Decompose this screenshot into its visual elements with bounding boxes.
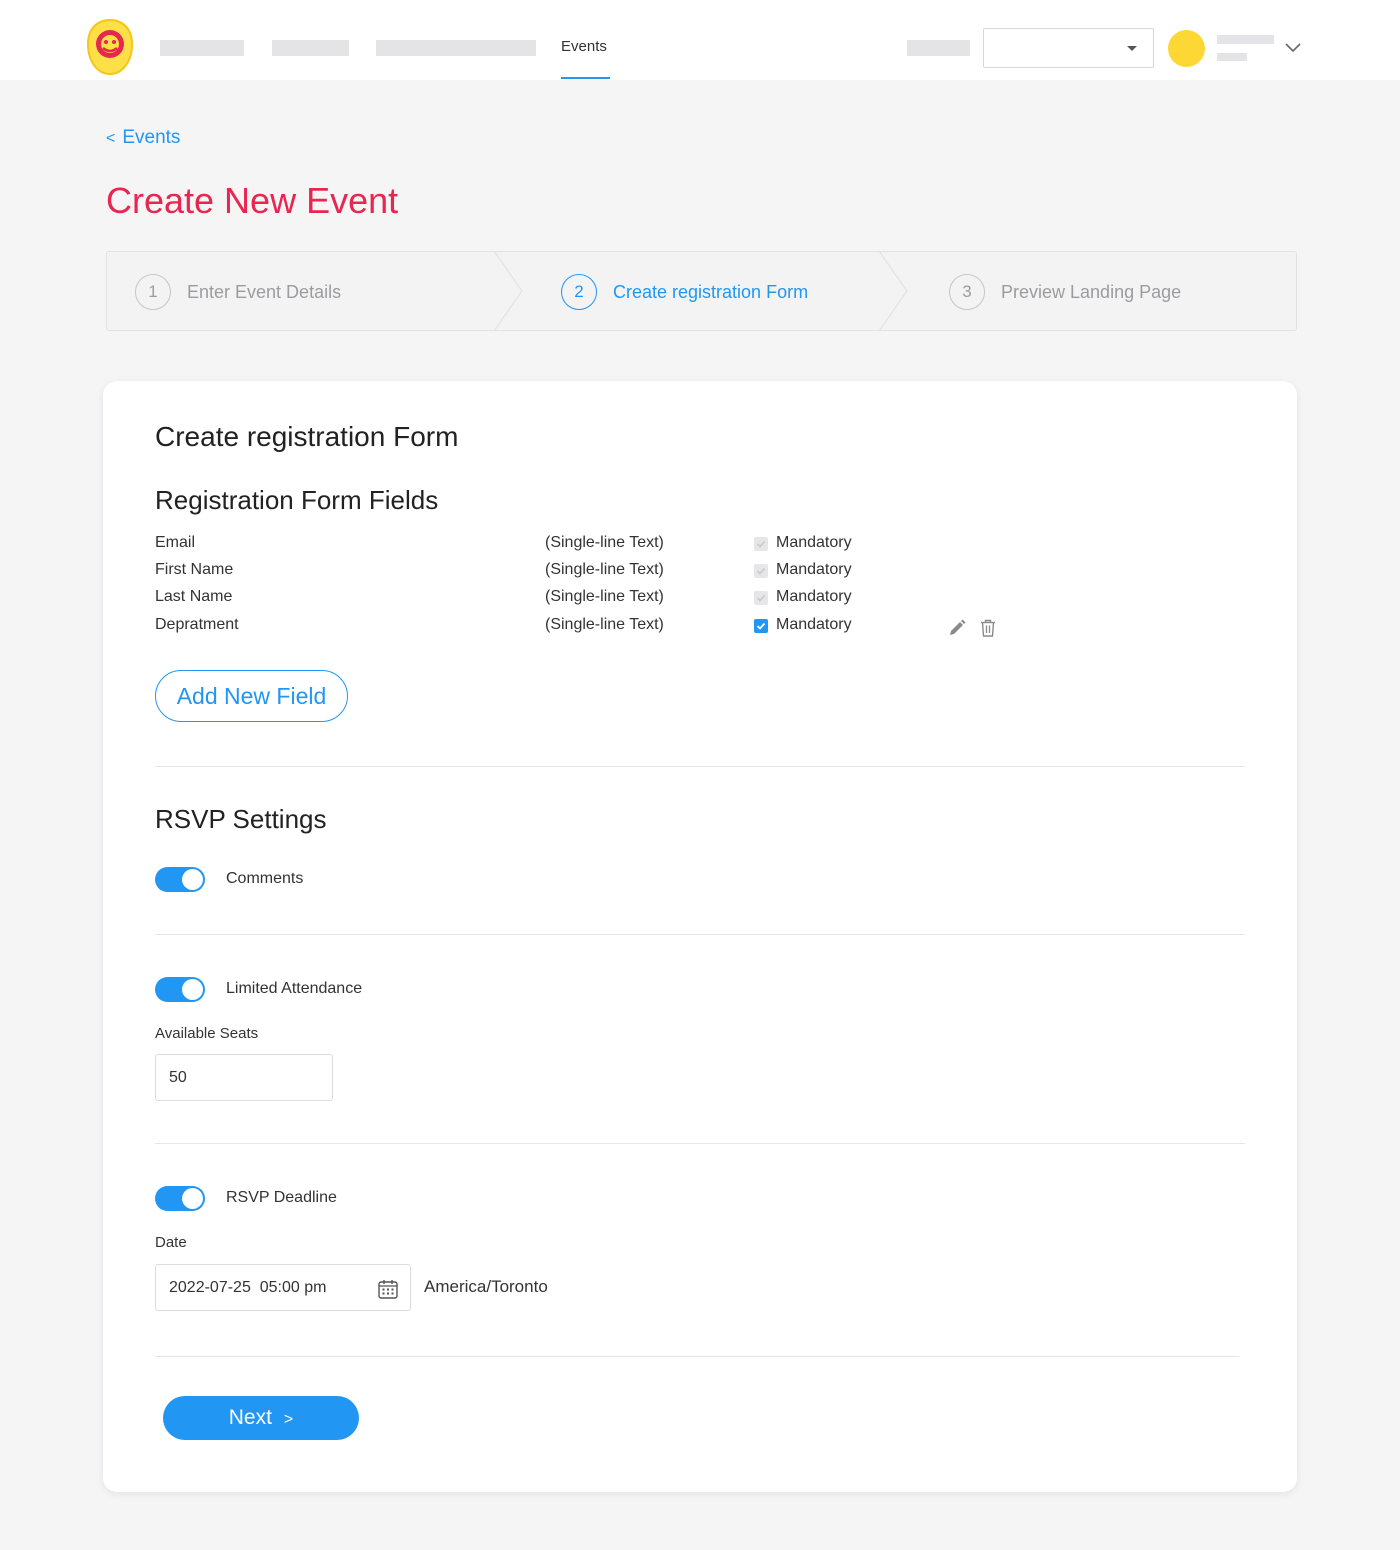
field-type: (Single-line Text) [545, 534, 664, 551]
available-seats-label: Available Seats [155, 1025, 259, 1042]
date-label: Date [155, 1234, 187, 1251]
nav-link-placeholder[interactable] [907, 40, 970, 56]
field-row-department: Depratment (Single-line Text) Mandatory [155, 614, 1055, 638]
available-seats-input[interactable]: 50 [155, 1054, 333, 1101]
nav-active-indicator [561, 77, 610, 79]
field-name: Last Name [155, 588, 233, 605]
toggle-knob [182, 1188, 203, 1209]
step-create-registration-form[interactable]: 2 Create registration Form [561, 252, 808, 332]
section-divider [155, 1356, 1239, 1357]
toggle-knob [182, 979, 203, 1000]
field-row-email: Email (Single-line Text) Mandatory [155, 532, 1055, 556]
caret-down-icon [1127, 46, 1137, 51]
mandatory-checkbox-disabled [754, 537, 768, 551]
user-avatar[interactable] [1168, 30, 1205, 67]
nav-item-placeholder-1[interactable] [160, 40, 244, 56]
add-new-field-button[interactable]: Add New Field [155, 670, 348, 722]
mandatory-label: Mandatory [776, 616, 852, 633]
step-label: Create registration Form [613, 281, 809, 302]
rsvp-deadline-label: RSVP Deadline [226, 1189, 337, 1206]
step-preview-landing-page[interactable]: 3 Preview Landing Page [949, 252, 1181, 332]
chevron-down-icon[interactable] [1284, 38, 1302, 56]
field-row-last-name: Last Name (Single-line Text) Mandatory [155, 586, 1055, 610]
mandatory-checkbox-disabled [754, 591, 768, 605]
mandatory-checkbox[interactable] [754, 619, 768, 633]
calendar-icon[interactable] [377, 1278, 399, 1300]
next-button-label: Next [228, 1406, 272, 1429]
next-button[interactable]: Next > [163, 1396, 359, 1440]
step-separator-chevron [494, 251, 523, 331]
mandatory-label: Mandatory [776, 534, 852, 551]
breadcrumb-label: Events [122, 127, 181, 148]
fields-section-title: Registration Form Fields [155, 485, 439, 515]
limited-attendance-toggle[interactable] [155, 977, 205, 1002]
rsvp-section-title: RSVP Settings [155, 804, 327, 834]
deadline-date-input[interactable]: 2022-07-25 05:00 pm [155, 1264, 411, 1311]
comments-toggle[interactable] [155, 867, 205, 892]
field-name: First Name [155, 561, 234, 578]
top-navigation-bar: Events [0, 0, 1400, 80]
field-type: (Single-line Text) [545, 588, 664, 605]
step-number: 3 [949, 274, 985, 310]
timezone-label: America/Toronto [424, 1277, 548, 1296]
trash-icon[interactable] [978, 618, 998, 638]
step-number: 2 [561, 274, 597, 310]
page-title: Create New Event [106, 180, 399, 221]
toggle-knob [182, 869, 203, 890]
nav-item-placeholder-3[interactable] [376, 40, 536, 56]
limited-attendance-label: Limited Attendance [226, 980, 363, 997]
comments-label: Comments [226, 870, 304, 887]
step-number: 1 [135, 274, 171, 310]
section-divider [155, 934, 1245, 935]
progress-stepper: 1 Enter Event Details 2 Create registrat… [106, 251, 1297, 331]
breadcrumb-back-link[interactable]: < Events [106, 127, 180, 149]
step-separator-chevron [879, 251, 908, 331]
section-divider [155, 1143, 1245, 1144]
user-role-placeholder [1217, 53, 1247, 61]
field-name: Depratment [155, 616, 239, 633]
card-title: Create registration Form [155, 421, 459, 452]
field-type: (Single-line Text) [545, 561, 664, 578]
mandatory-label: Mandatory [776, 588, 852, 605]
field-type: (Single-line Text) [545, 616, 664, 633]
nav-item-events[interactable]: Events [561, 38, 607, 55]
deadline-date-value: 2022-07-25 05:00 pm [169, 1278, 327, 1296]
rsvp-deadline-toggle[interactable] [155, 1186, 205, 1211]
workspace-select[interactable] [983, 28, 1154, 68]
mandatory-label: Mandatory [776, 561, 852, 578]
field-name: Email [155, 534, 196, 551]
back-chevron-icon: < [106, 130, 116, 147]
step-label: Enter Event Details [187, 281, 342, 302]
step-enter-event-details[interactable]: 1 Enter Event Details [135, 252, 341, 332]
mandatory-checkbox-disabled [754, 564, 768, 578]
registration-form-card: Create registration Form Registration Fo… [103, 381, 1297, 1492]
nav-item-placeholder-2[interactable] [272, 40, 349, 56]
user-name-placeholder [1217, 35, 1274, 44]
step-label: Preview Landing Page [1001, 281, 1182, 302]
pencil-icon[interactable] [947, 618, 967, 638]
section-divider [155, 766, 1245, 767]
brand-logo[interactable] [86, 18, 134, 76]
field-row-first-name: First Name (Single-line Text) Mandatory [155, 559, 1055, 583]
chevron-right-icon: > [283, 1411, 294, 1428]
